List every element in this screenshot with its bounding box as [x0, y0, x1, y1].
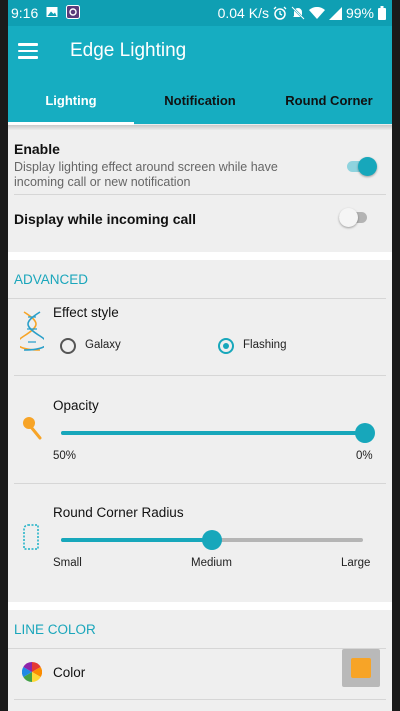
wifi-icon: [308, 6, 325, 19]
color-row[interactable]: Color: [8, 649, 392, 699]
incoming-call-title: Display while incoming call: [14, 211, 197, 227]
radio-galaxy-label: Galaxy: [85, 339, 121, 351]
slider-fill: [61, 538, 212, 542]
screen: 9:16 0.04 K/s 99% Edge Lighting Lighting…: [8, 0, 392, 711]
opacity-max-label: 0%: [356, 450, 373, 462]
status-bar: 9:16 0.04 K/s 99%: [8, 0, 392, 26]
color-picker-button[interactable]: [342, 649, 380, 687]
app-title: Edge Lighting: [70, 40, 187, 61]
app-notification-icon: [66, 5, 80, 19]
battery-percent: 99%: [345, 5, 374, 21]
divider: [14, 483, 386, 484]
cellular-signal-icon: [328, 6, 342, 20]
selected-color-swatch: [351, 658, 371, 678]
tab-round-corner[interactable]: Round Corner: [266, 78, 392, 124]
divider: [8, 298, 386, 299]
tab-notification[interactable]: Notification: [134, 78, 266, 124]
section-gap: [8, 602, 392, 610]
effect-style-title: Effect style: [53, 305, 119, 320]
advanced-header: ADVANCED: [14, 272, 89, 287]
section-gap: [8, 252, 392, 260]
mute-notifications-icon: [291, 6, 305, 20]
enable-title: Enable: [14, 141, 60, 157]
enable-row[interactable]: Enable Display lighting effect around sc…: [8, 130, 392, 194]
opacity-slider[interactable]: [61, 423, 375, 443]
enable-subtitle-1: Display lighting effect around screen wh…: [14, 160, 278, 174]
dna-helix-icon: [20, 311, 44, 351]
divider: [14, 699, 386, 700]
slider-knob[interactable]: [355, 423, 375, 443]
tab-lighting[interactable]: Lighting: [8, 78, 134, 124]
radius-min-label: Small: [53, 557, 82, 569]
hamburger-line: [18, 49, 38, 52]
color-palette-icon: [22, 662, 42, 682]
battery-icon: [378, 6, 386, 20]
network-speed: 0.04 K/s: [217, 5, 269, 21]
radio-flashing[interactable]: Flashing: [216, 336, 316, 356]
round-corner-radius-title: Round Corner Radius: [53, 505, 184, 520]
opacity-title: Opacity: [53, 398, 99, 413]
status-time: 9:16: [11, 5, 39, 21]
switch-thumb: [358, 157, 377, 176]
menu-button[interactable]: [18, 43, 38, 59]
incoming-call-row[interactable]: Display while incoming call: [8, 195, 392, 251]
general-section: Enable Display lighting effect around sc…: [8, 130, 392, 252]
tab-bar: Lighting Notification Round Corner: [8, 78, 392, 124]
hamburger-line: [18, 56, 38, 59]
line-color-header: LINE COLOR: [14, 622, 96, 637]
radius-mid-label: Medium: [191, 557, 232, 569]
radio-button: [218, 338, 234, 354]
slider-fill: [61, 431, 365, 435]
line-color-section: LINE COLOR Color: [8, 610, 392, 711]
radio-galaxy[interactable]: Galaxy: [58, 336, 158, 356]
enable-switch[interactable]: [347, 157, 377, 177]
hamburger-menu-icon: [18, 43, 38, 46]
switch-thumb: [339, 208, 358, 227]
image-notification-icon: [46, 7, 58, 17]
radio-flashing-label: Flashing: [243, 339, 287, 351]
round-corner-radius-slider[interactable]: [61, 530, 363, 550]
alarm-icon: [273, 6, 287, 20]
enable-subtitle-2: incoming call or new notification: [14, 175, 191, 189]
opacity-min-label: 50%: [53, 450, 77, 462]
round-corner-icon: [23, 524, 39, 550]
app-bar: Edge Lighting: [8, 26, 392, 78]
slider-knob[interactable]: [202, 530, 222, 550]
status-right: 0.04 K/s 99%: [218, 5, 386, 21]
advanced-section: ADVANCED Effect style Galaxy Flashing Op…: [8, 260, 392, 602]
radio-button: [60, 338, 76, 354]
opacity-brush-icon: [23, 417, 42, 440]
color-label: Color: [53, 665, 86, 680]
incoming-call-switch[interactable]: [339, 208, 367, 228]
divider: [14, 375, 386, 376]
radius-max-label: Large: [341, 557, 371, 569]
